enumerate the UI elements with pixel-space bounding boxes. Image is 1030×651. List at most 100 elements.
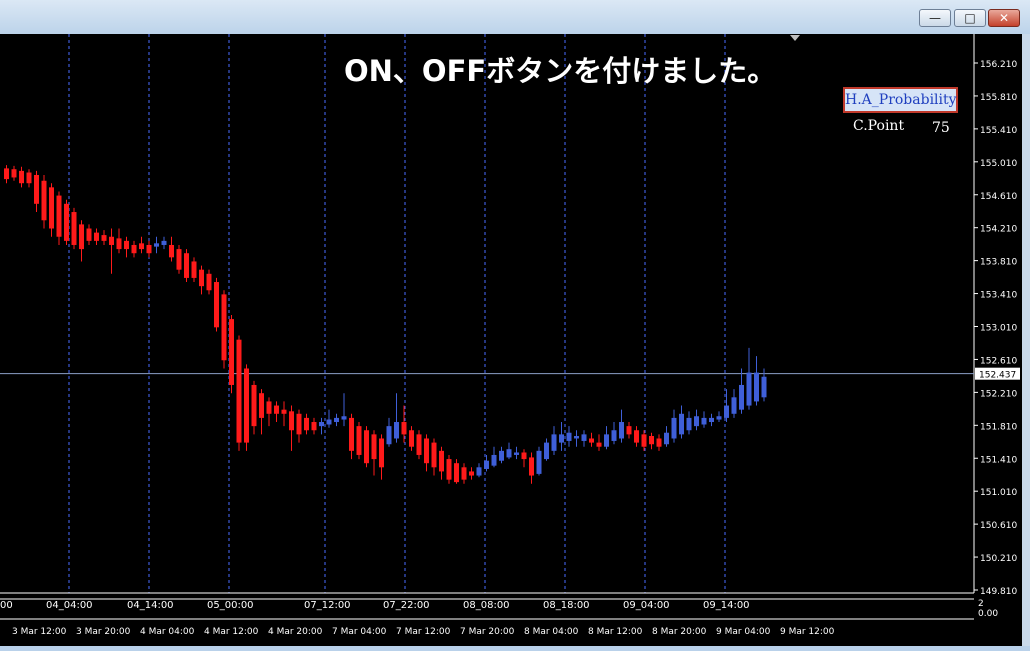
minimize-button[interactable]: — — [919, 9, 951, 27]
candle-body — [356, 426, 362, 455]
price-tick-label: 153.410 — [980, 291, 1017, 301]
candle-body — [686, 417, 692, 431]
candle-body — [596, 442, 602, 447]
candle-body — [746, 372, 752, 406]
candle-body — [521, 452, 527, 460]
cpoint-label: C.Point — [853, 118, 905, 134]
candle-body — [761, 376, 767, 398]
candle-body — [86, 228, 92, 241]
upper-time-label: 07_12:00 — [304, 600, 351, 611]
price-tick-label: 154.610 — [980, 192, 1017, 202]
candle-body — [679, 413, 684, 435]
candle-body — [454, 463, 459, 483]
lower-time-label: 3 Mar 20:00 — [76, 627, 131, 637]
candle-body — [379, 438, 384, 468]
candle-body — [724, 405, 729, 418]
candle-body — [161, 240, 167, 245]
lower-time-label: 7 Mar 12:00 — [396, 627, 451, 637]
candle-body — [469, 471, 474, 476]
lower-time-label: 4 Mar 20:00 — [268, 627, 323, 637]
candle-body — [626, 426, 632, 435]
window-frame-right — [1022, 34, 1030, 646]
candle-body — [191, 261, 197, 278]
price-tick-label: 155.810 — [980, 93, 1017, 103]
upper-time-label: 00 — [0, 600, 13, 611]
lower-time-label: 9 Mar 12:00 — [780, 627, 835, 637]
candle-body — [169, 244, 174, 258]
candle-body — [289, 411, 294, 431]
chart-shift-marker-icon[interactable] — [790, 35, 800, 41]
lower-time-label: 8 Mar 04:00 — [524, 627, 579, 637]
candle-body — [409, 430, 414, 447]
upper-time-label: 05_00:00 — [207, 600, 254, 611]
price-tick-label: 151.410 — [980, 455, 1017, 465]
candle-body — [619, 422, 624, 439]
candle-body — [514, 452, 519, 455]
upper-time-label: 08_18:00 — [543, 600, 590, 611]
lower-time-label: 8 Mar 20:00 — [652, 627, 707, 637]
upper-time-label: 04_04:00 — [46, 600, 93, 611]
candle-body — [326, 419, 332, 425]
candle-body — [476, 467, 482, 476]
candle-body — [131, 244, 137, 254]
maximize-button[interactable]: □ — [954, 9, 986, 27]
cpoint-value: 75 — [932, 120, 950, 136]
candle-body — [709, 417, 714, 423]
candle-body — [154, 243, 159, 247]
close-button[interactable]: ✕ — [988, 9, 1020, 27]
price-tick-label: 150.210 — [980, 554, 1017, 564]
candle-body — [664, 432, 669, 445]
candle-body — [731, 397, 737, 414]
maximize-icon: □ — [964, 11, 976, 25]
lower-time-label: 3 Mar 12:00 — [12, 627, 67, 637]
price-tick-label: 153.810 — [980, 258, 1017, 268]
candle-body — [491, 454, 497, 466]
minimize-icon: — — [929, 11, 941, 25]
candle-body — [581, 434, 587, 441]
lower-time-label: 4 Mar 04:00 — [140, 627, 195, 637]
candle-body — [266, 401, 272, 414]
candle-body — [274, 405, 279, 414]
candle-body — [416, 434, 422, 455]
candle-body — [394, 422, 399, 439]
candle-body — [739, 384, 744, 410]
candle-body — [364, 430, 369, 464]
candle-body — [529, 457, 534, 476]
candle-body — [19, 170, 24, 184]
ha-probability-toggle-button[interactable]: H.A_Probability — [843, 87, 958, 113]
price-tick-label: 153.010 — [980, 324, 1017, 334]
candle-body — [281, 409, 287, 414]
candle-body — [229, 319, 234, 385]
current-price-label: 152.437 — [979, 371, 1016, 381]
price-tick-label: 151.010 — [980, 488, 1017, 498]
candle-body — [64, 203, 69, 241]
candle-body — [401, 422, 407, 435]
candle-body — [319, 422, 324, 427]
candle-body — [71, 212, 77, 245]
candle-body — [79, 224, 84, 250]
price-tick-label: 149.810 — [980, 587, 1017, 597]
upper-time-label: 07_22:00 — [383, 600, 430, 611]
candle-body — [184, 253, 189, 278]
candle-body — [544, 442, 549, 460]
candle-body — [566, 432, 572, 441]
candle-body — [146, 244, 152, 254]
candle-body — [611, 430, 617, 441]
candle-body — [199, 269, 204, 287]
lower-time-label: 9 Mar 04:00 — [716, 627, 771, 637]
candle-body — [56, 195, 62, 237]
title-bar[interactable]: — □ ✕ — [0, 0, 1030, 34]
price-tick-label: 154.210 — [980, 225, 1017, 235]
price-tick-label: 151.810 — [980, 422, 1017, 432]
candle-body — [139, 243, 144, 250]
price-tick-label: 155.410 — [980, 126, 1017, 136]
candle-body — [26, 172, 32, 184]
candle-body — [116, 238, 122, 250]
candle-body — [124, 240, 129, 250]
window-frame-bottom — [0, 646, 1030, 651]
candle-body — [439, 450, 444, 472]
candle-body — [754, 372, 759, 402]
candle-body — [589, 438, 594, 443]
candle-body — [109, 236, 114, 245]
candle-body — [424, 438, 429, 464]
